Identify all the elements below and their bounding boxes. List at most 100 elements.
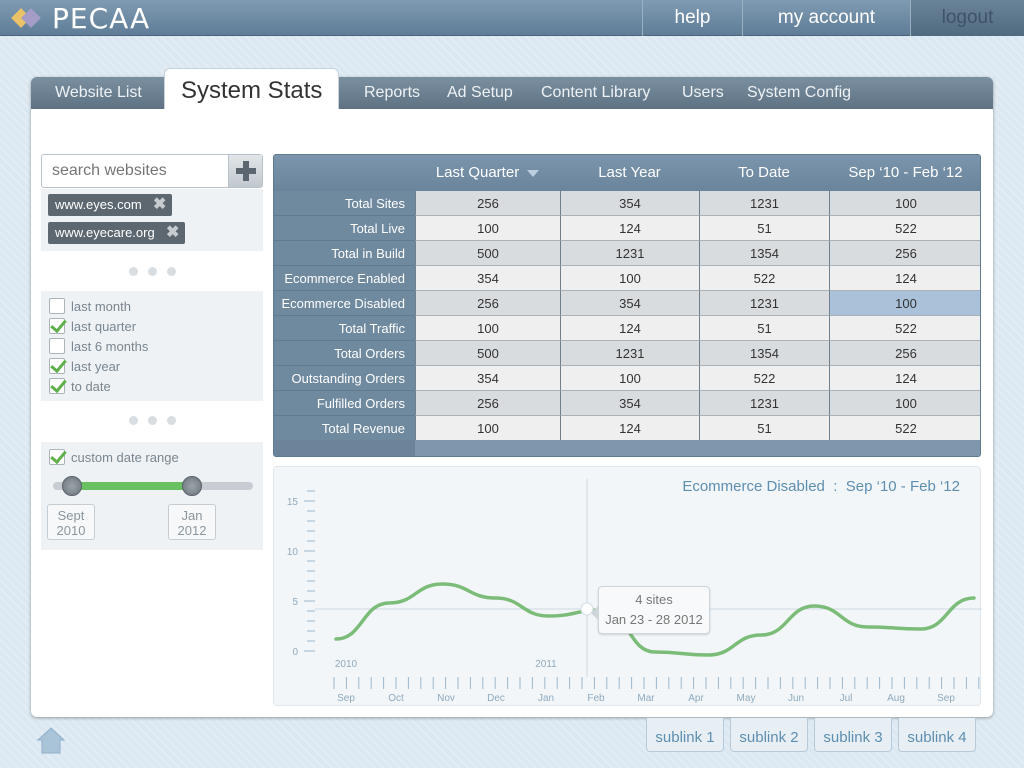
tab-bar: Website List System Stats Reports Ad Set…: [31, 68, 993, 109]
table-cell[interactable]: 100: [560, 266, 699, 291]
table-cell[interactable]: 1231: [699, 191, 829, 216]
remove-tag-icon[interactable]: ✖: [165, 225, 181, 241]
table-cell[interactable]: 100: [415, 316, 560, 341]
table-cell[interactable]: 1231: [699, 391, 829, 416]
table-cell[interactable]: 124: [560, 316, 699, 341]
column-header-last-year[interactable]: Last Year: [560, 155, 699, 191]
table-cell[interactable]: 522: [829, 216, 980, 241]
table-cell[interactable]: 124: [829, 266, 980, 291]
remove-tag-icon[interactable]: ✖: [152, 197, 168, 213]
tab-system-stats[interactable]: System Stats: [164, 68, 340, 109]
range-option-last-6-months[interactable]: last 6 months: [49, 336, 148, 356]
table-cell[interactable]: 522: [829, 316, 980, 341]
table-row[interactable]: Total Revenue 100 124 51 522: [274, 416, 980, 441]
table-cell[interactable]: 1354: [699, 241, 829, 266]
table-cell[interactable]: 100: [829, 391, 980, 416]
my-account-link[interactable]: my account: [742, 0, 910, 36]
sublink-2[interactable]: sublink 2: [730, 718, 808, 752]
slider-end-handle[interactable]: [182, 476, 202, 496]
table-row[interactable]: Total in Build 500 1231 1354 256: [274, 241, 980, 266]
checkbox-icon[interactable]: [49, 298, 65, 314]
table-row[interactable]: Total Orders 500 1231 1354 256: [274, 341, 980, 366]
tab-website-list[interactable]: Website List: [55, 77, 142, 109]
table-header: Last Quarter Last Year To Date Sep ‘10 -…: [274, 155, 980, 191]
checkbox-icon[interactable]: [49, 338, 65, 354]
table-cell[interactable]: 124: [560, 416, 699, 441]
logo-text: PECAA: [52, 1, 151, 35]
tab-content-library[interactable]: Content Library: [541, 77, 650, 109]
checkbox-checked-icon[interactable]: [49, 318, 65, 334]
table-cell[interactable]: 256: [829, 241, 980, 266]
table-cell[interactable]: 354: [415, 266, 560, 291]
table-cell[interactable]: 354: [415, 366, 560, 391]
table-cell[interactable]: 354: [560, 391, 699, 416]
search-input[interactable]: [42, 155, 228, 187]
year-label: 2011: [535, 659, 557, 670]
tab-reports[interactable]: Reports: [364, 77, 420, 109]
table-cell[interactable]: 100: [829, 191, 980, 216]
checkbox-checked-icon[interactable]: [49, 358, 65, 374]
sublink-1[interactable]: sublink 1: [646, 718, 724, 752]
chart-title: Ecommerce Disabled : Sep ‘10 - Feb ‘12: [682, 478, 960, 495]
table-cell[interactable]: 124: [560, 216, 699, 241]
table-cell[interactable]: 522: [699, 366, 829, 391]
home-icon[interactable]: [36, 726, 66, 754]
table-cell[interactable]: 354: [560, 191, 699, 216]
logo[interactable]: PECAA: [11, 1, 151, 35]
range-option-last-month[interactable]: last month: [49, 296, 131, 316]
sublink-3[interactable]: sublink 3: [814, 718, 892, 752]
table-row[interactable]: Total Live 100 124 51 522: [274, 216, 980, 241]
table-cell[interactable]: 124: [829, 366, 980, 391]
table-row[interactable]: Ecommerce Disabled 256 354 1231 100: [274, 291, 980, 316]
table-cell[interactable]: 1231: [699, 291, 829, 316]
table-row[interactable]: Total Sites 256 354 1231 100: [274, 191, 980, 216]
custom-range-toggle[interactable]: custom date range: [49, 447, 179, 467]
date-range-slider[interactable]: [53, 476, 253, 496]
row-label: Total Traffic: [274, 316, 415, 341]
tab-ad-setup[interactable]: Ad Setup: [447, 77, 513, 109]
table-cell[interactable]: 500: [415, 341, 560, 366]
column-header-custom-range[interactable]: Sep ‘10 - Feb ‘12: [829, 155, 980, 191]
table-cell[interactable]: 354: [560, 291, 699, 316]
table-cell[interactable]: 100: [415, 416, 560, 441]
x-tick-label: Oct: [388, 693, 404, 704]
table-cell[interactable]: 256: [829, 341, 980, 366]
x-tick-label: Aug: [887, 693, 905, 704]
column-header-to-date[interactable]: To Date: [699, 155, 829, 191]
table-cell[interactable]: 522: [829, 416, 980, 441]
tab-users[interactable]: Users: [682, 77, 724, 109]
table-cell[interactable]: 256: [415, 291, 560, 316]
checkbox-checked-icon[interactable]: [49, 378, 65, 394]
table-cell[interactable]: 1354: [699, 341, 829, 366]
table-cell[interactable]: 522: [699, 266, 829, 291]
table-row[interactable]: Fulfilled Orders 256 354 1231 100: [274, 391, 980, 416]
tab-system-config[interactable]: System Config: [747, 77, 851, 109]
year-label: 2010: [335, 659, 358, 670]
table-cell[interactable]: 256: [415, 391, 560, 416]
sublink-4[interactable]: sublink 4: [898, 718, 976, 752]
range-option-to-date[interactable]: to date: [49, 376, 111, 396]
table-cell[interactable]: 256: [415, 191, 560, 216]
table-row[interactable]: Ecommerce Enabled 354 100 522 124: [274, 266, 980, 291]
column-header-last-quarter[interactable]: Last Quarter: [415, 155, 560, 191]
table-cell[interactable]: 500: [415, 241, 560, 266]
table-cell[interactable]: 100: [829, 291, 980, 316]
table-cell[interactable]: 1231: [560, 241, 699, 266]
range-option-last-year[interactable]: last year: [49, 356, 120, 376]
table-row[interactable]: Total Traffic 100 124 51 522: [274, 316, 980, 341]
help-link[interactable]: help: [642, 0, 742, 36]
table-cell[interactable]: 51: [699, 316, 829, 341]
divider-dots: [129, 416, 176, 425]
table-cell[interactable]: 100: [415, 216, 560, 241]
add-website-button[interactable]: [228, 155, 262, 187]
slider-start-handle[interactable]: [62, 476, 82, 496]
table-cell[interactable]: 100: [560, 366, 699, 391]
table-cell[interactable]: 1231: [560, 341, 699, 366]
table-cell[interactable]: 51: [699, 216, 829, 241]
table-cell[interactable]: 51: [699, 416, 829, 441]
table-row[interactable]: Outstanding Orders 354 100 522 124: [274, 366, 980, 391]
checkbox-checked-icon[interactable]: [49, 449, 65, 465]
range-option-last-quarter[interactable]: last quarter: [49, 316, 136, 336]
sort-down-icon[interactable]: [527, 169, 540, 177]
logout-link[interactable]: logout: [910, 0, 1024, 36]
